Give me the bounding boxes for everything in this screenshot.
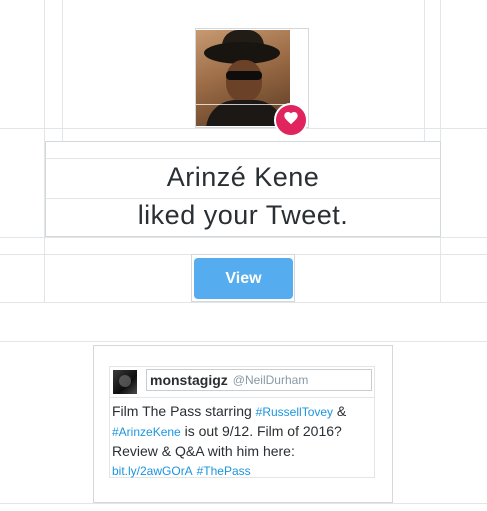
tweet-author[interactable]: monstagigz @NeilDurham bbox=[146, 369, 372, 391]
tweet-author-name[interactable]: monstagigz bbox=[150, 372, 228, 388]
action-text: liked your Tweet. bbox=[137, 200, 349, 230]
grid-line bbox=[46, 198, 440, 199]
grid-line bbox=[46, 158, 440, 159]
tweet-link[interactable]: bit.ly/2awGOrA bbox=[112, 464, 193, 478]
liker-name: Arinzé Kene bbox=[166, 162, 320, 192]
grid-line bbox=[0, 128, 487, 129]
grid-line bbox=[62, 0, 63, 141]
grid-line bbox=[0, 237, 487, 238]
avatar-glasses bbox=[226, 71, 262, 80]
grid-line bbox=[109, 397, 375, 398]
tweet-text-part: & bbox=[333, 403, 347, 419]
tweet-text: Film The Pass starring #RussellTovey & #… bbox=[112, 402, 362, 481]
grid-line bbox=[424, 0, 425, 141]
avatar-detail bbox=[119, 375, 131, 387]
hashtag-thepass[interactable]: #ThePass bbox=[197, 464, 251, 478]
grid-line bbox=[0, 503, 487, 504]
tweet-author-handle[interactable]: @NeilDurham bbox=[233, 373, 309, 387]
heart-badge bbox=[274, 103, 308, 137]
grid-line bbox=[0, 341, 487, 342]
grid-line bbox=[0, 302, 487, 303]
hashtag-arinzekene[interactable]: #ArinzeKene bbox=[112, 425, 181, 439]
tweet-author-avatar[interactable] bbox=[113, 370, 137, 394]
view-button[interactable]: View bbox=[194, 258, 293, 299]
notification-message: Arinzé Kene liked your Tweet. bbox=[45, 141, 441, 237]
heart-icon bbox=[283, 110, 299, 131]
tweet-text-part: Film The Pass starring bbox=[112, 403, 256, 419]
avatar-face bbox=[226, 60, 262, 102]
hashtag-russelltovey[interactable]: #RussellTovey bbox=[256, 405, 333, 419]
avatar-divider bbox=[196, 104, 290, 105]
